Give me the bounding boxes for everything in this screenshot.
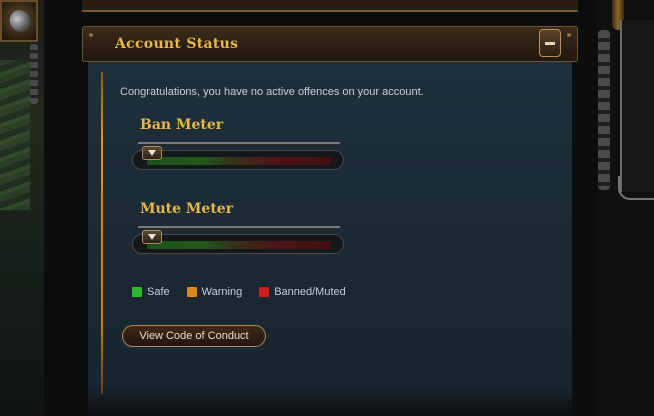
foliage-decoration [0,60,30,210]
meter-rail [138,142,340,145]
mute-meter [132,226,344,258]
gold-divider-line [101,72,103,394]
status-message: Congratulations, you have no active offe… [120,86,424,98]
meter-pointer-icon [142,230,162,244]
meter-legend: Safe Warning Banned/Muted [131,286,362,298]
side-panel-frame [620,20,654,192]
previous-panel-footer [82,0,578,12]
meter-bar [132,234,344,254]
legend-label: Banned/Muted [274,286,346,298]
panel-bottom-fade [88,386,572,416]
ban-meter-title: Ban Meter [140,117,224,133]
legend-label: Warning [201,286,243,298]
legend-item-banned: Banned/Muted [258,286,346,298]
mute-meter-title: Mute Meter [140,201,234,217]
legend-item-safe: Safe [131,286,170,298]
meter-gradient [147,157,331,165]
collapse-button[interactable] [539,29,561,57]
minus-icon [545,42,555,45]
chain-decoration-right [598,30,610,190]
legend-label: Safe [147,286,170,298]
view-code-of-conduct-button[interactable]: View Code of Conduct [122,325,266,347]
safe-swatch [131,286,143,298]
profile-emblem-icon[interactable] [0,0,38,42]
meter-rail [138,226,340,229]
ban-meter [132,142,344,174]
meter-gradient [147,241,331,249]
chain-decoration-left [30,44,38,104]
gem-icon [6,6,34,36]
meter-bar [132,150,344,170]
warning-swatch [185,286,198,298]
banned-swatch [258,286,271,298]
panel-title: Account Status [115,36,239,52]
hook-decoration [618,176,654,200]
meter-pointer-icon [142,146,162,160]
legend-item-warning: Warning [185,286,243,298]
panel-header: Account Status [82,26,578,62]
